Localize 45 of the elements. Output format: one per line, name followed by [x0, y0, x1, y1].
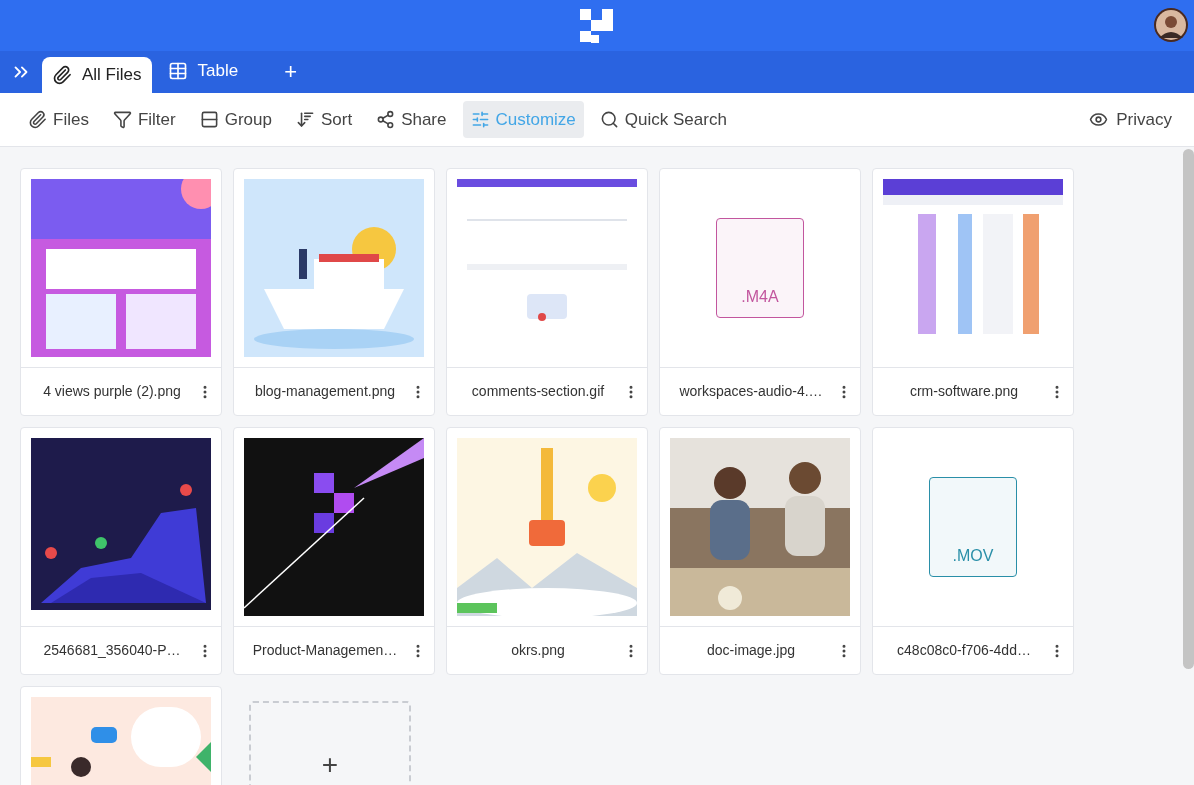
file-card[interactable]: Product-Managemen… [233, 427, 435, 675]
file-extension: .M4A [741, 287, 779, 307]
toolbar-button[interactable]: Quick Search [591, 101, 735, 138]
search-icon [599, 110, 619, 129]
rows-icon [199, 110, 219, 129]
toolbar-button[interactable]: Sort [287, 101, 361, 138]
file-name: workspaces-audio-4.… [678, 382, 824, 401]
table-icon [167, 61, 188, 81]
file-name: 2546681_356040-P… [42, 641, 182, 660]
file-card[interactable]: .MOV c48c08c0-f706-4dd… [872, 427, 1074, 675]
toolbar-button[interactable]: Filter [104, 101, 184, 138]
file-card[interactable]: 4 views purple (2).png [20, 168, 222, 416]
file-name: Product-Managemen… [251, 641, 399, 660]
file-card[interactable]: .M4A workspaces-audio-4.… [659, 168, 861, 416]
file-card[interactable]: crm-software.png [872, 168, 1074, 416]
toolbar-button[interactable]: Share [368, 101, 455, 138]
file-card[interactable]: 2546681_356040-P… [20, 427, 222, 675]
tab[interactable]: All Files [42, 57, 152, 93]
file-card[interactable]: blog-management.png [233, 168, 435, 416]
filter-icon [112, 110, 132, 129]
logo-icon [580, 8, 614, 43]
file-name: crm-software.png [908, 382, 1020, 401]
paperclip-icon [28, 110, 47, 129]
avatar[interactable] [1154, 8, 1188, 42]
add-tab-button[interactable]: + [254, 53, 327, 89]
toolbar-button[interactable]: Files [20, 101, 97, 138]
privacy-button[interactable]: Privacy [1081, 101, 1180, 138]
file-card[interactable]: doc-image.jpg [659, 427, 861, 675]
tab[interactable]: Table [155, 53, 251, 89]
sliders-icon [470, 110, 490, 129]
file-card[interactable]: comments-section.gif [446, 168, 648, 416]
file-name: comments-section.gif [470, 382, 606, 401]
file-name: okrs.png [510, 641, 566, 660]
eye-icon [1089, 110, 1109, 129]
share-icon [376, 110, 396, 129]
paperclip-icon [52, 65, 72, 85]
file-name: 4 views purple (2).png [42, 382, 182, 401]
file-card[interactable]: okrs.png [446, 427, 648, 675]
file-name: blog-management.png [253, 382, 397, 401]
toolbar-button[interactable]: Group [191, 101, 280, 138]
scrollbar[interactable] [1183, 149, 1194, 669]
file-name: c48c08c0-f706-4dd… [896, 641, 1032, 660]
file-extension: .MOV [952, 546, 994, 566]
sort-icon [295, 110, 315, 129]
file-name: doc-image.jpg [706, 641, 796, 660]
